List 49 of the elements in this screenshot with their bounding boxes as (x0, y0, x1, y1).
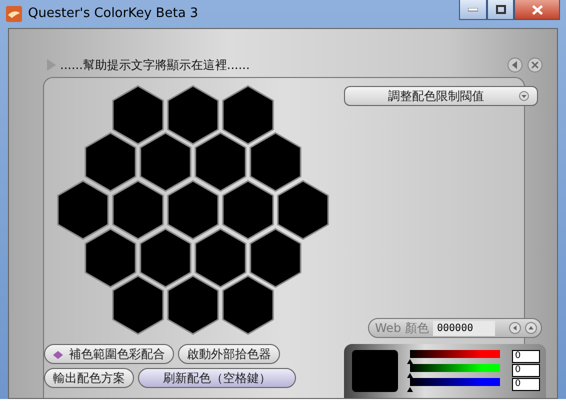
close-icon (532, 4, 542, 14)
play-icon (47, 59, 56, 71)
color-swatch[interactable] (277, 180, 329, 240)
up-icon[interactable] (525, 322, 537, 334)
action-button[interactable]: 補色範圍色彩配合 (44, 344, 174, 364)
color-swatch[interactable] (222, 180, 274, 240)
color-swatch[interactable] (167, 85, 219, 145)
color-swatch[interactable] (167, 180, 219, 240)
dropdown-icon (519, 91, 529, 101)
minimize-button[interactable] (459, 0, 487, 20)
action-button[interactable]: 輸出配色方案 (44, 368, 134, 388)
color-slider[interactable] (410, 378, 500, 392)
color-slider[interactable] (410, 364, 500, 378)
value-field[interactable]: 0 (512, 350, 540, 363)
action-button[interactable]: 啟動外部拾色器 (178, 344, 280, 364)
color-swatch[interactable] (57, 180, 109, 240)
close-button[interactable] (514, 0, 560, 20)
color-swatch[interactable] (112, 180, 164, 240)
color-swatch[interactable] (84, 228, 136, 288)
refresh-button[interactable]: 刷新配色（空格鍵） (138, 368, 296, 388)
slider-thumb[interactable] (407, 387, 413, 392)
app-icon (6, 6, 22, 22)
color-swatch[interactable] (222, 275, 274, 335)
color-swatch[interactable] (167, 275, 219, 335)
color-swatch[interactable] (250, 228, 302, 288)
diamond-icon (53, 350, 63, 359)
color-swatch[interactable] (140, 228, 192, 288)
hex-field[interactable]: 000000 (432, 320, 495, 336)
color-swatch[interactable] (222, 85, 274, 145)
color-swatch[interactable] (84, 132, 136, 192)
color-swatch[interactable] (112, 85, 164, 145)
color-swatch[interactable] (112, 275, 164, 335)
maximize-button[interactable] (487, 0, 514, 20)
color-swatch[interactable] (194, 132, 246, 192)
help-text: ......幫助提示文字將顯示在這裡...... (60, 57, 251, 74)
minimize-icon (468, 8, 478, 12)
maximize-icon (496, 5, 506, 14)
window-title: Quester's ColorKey Beta 3 (28, 5, 200, 24)
back-icon[interactable] (507, 57, 523, 73)
color-swatch[interactable] (250, 132, 302, 192)
value-field[interactable]: 0 (512, 364, 540, 377)
color-slider[interactable] (410, 350, 500, 364)
color-swatch[interactable] (140, 132, 192, 192)
close-icon[interactable] (527, 57, 543, 73)
threshold-button[interactable]: 調整配色限制閥值 (344, 86, 538, 106)
color-swatch[interactable] (194, 228, 246, 288)
web-color-label: Web 顏色 (375, 320, 429, 337)
value-field[interactable]: 0 (512, 378, 540, 391)
back-icon[interactable] (509, 322, 521, 334)
